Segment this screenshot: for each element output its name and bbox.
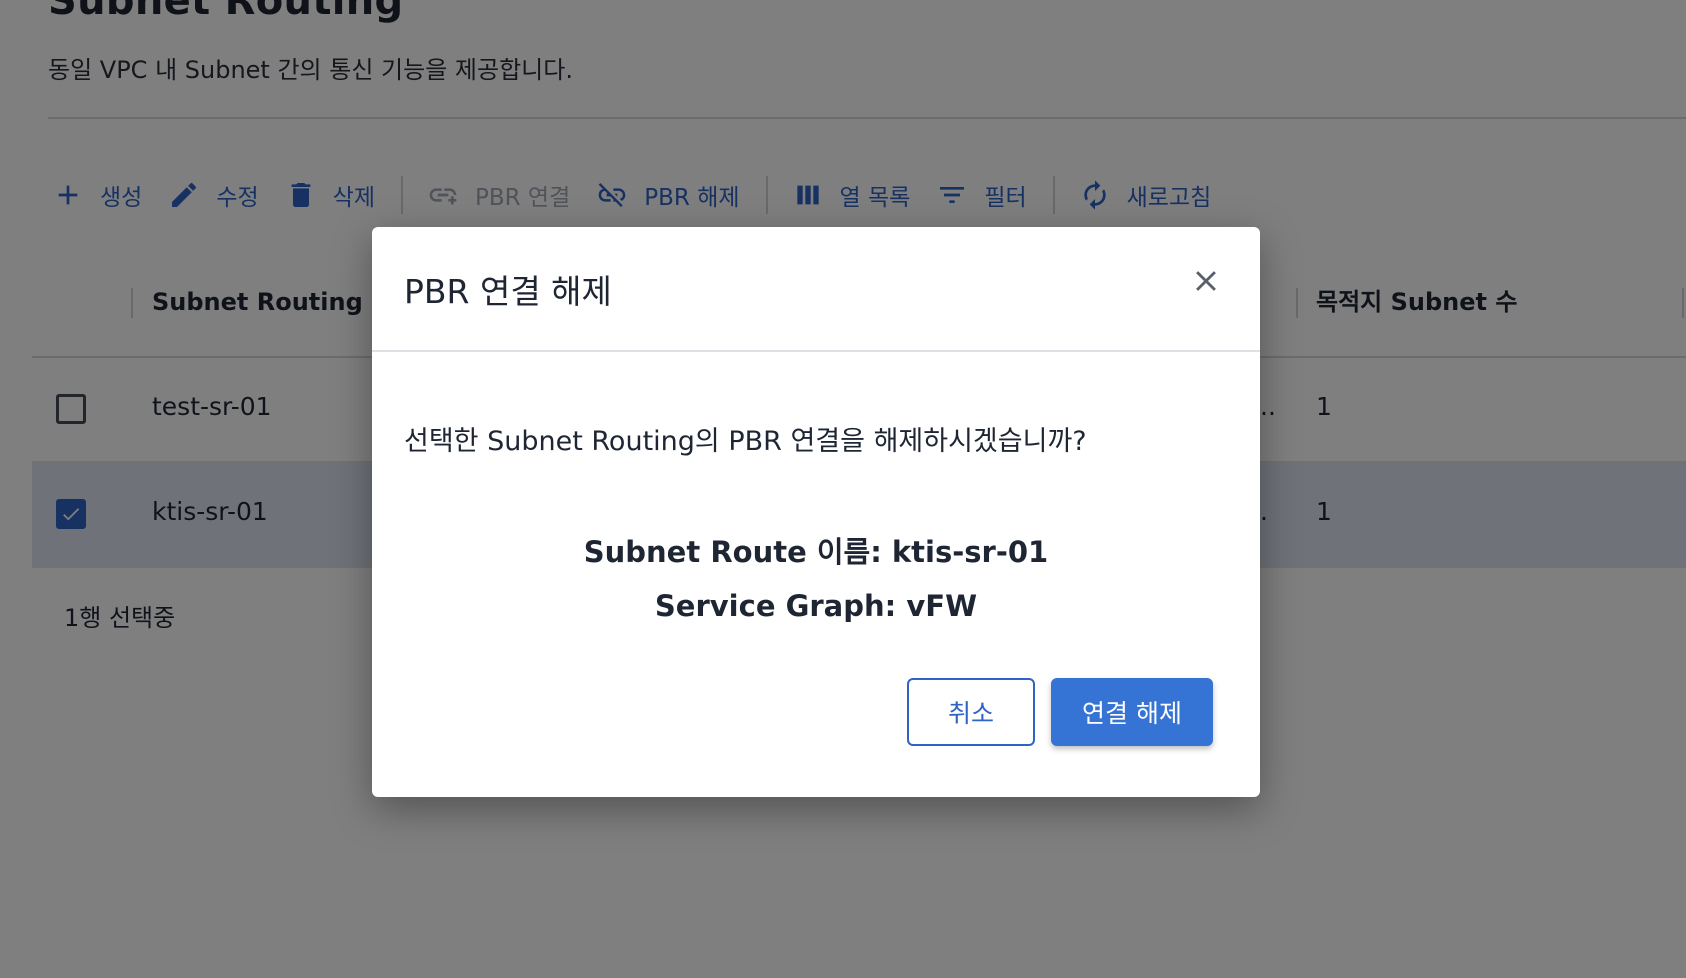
pbr-disconnect-dialog: PBR 연결 해제 선택한 Subnet Routing의 PBR 연결을 해제…: [372, 227, 1260, 797]
subnet-route-name: Subnet Route 이름: ktis-sr-01: [583, 535, 1049, 569]
cancel-button[interactable]: 취소: [907, 678, 1035, 746]
service-graph-name: Service Graph: vFW: [654, 589, 978, 623]
close-icon: [1196, 271, 1216, 291]
confirm-disconnect-button[interactable]: 연결 해제: [1051, 678, 1213, 746]
dialog-message: 선택한 Subnet Routing의 PBR 연결을 해제하시겠습니까?: [404, 426, 1087, 457]
close-button[interactable]: [1188, 263, 1224, 299]
dialog-title: PBR 연결 해제: [404, 272, 612, 311]
dialog-divider: [372, 350, 1260, 352]
